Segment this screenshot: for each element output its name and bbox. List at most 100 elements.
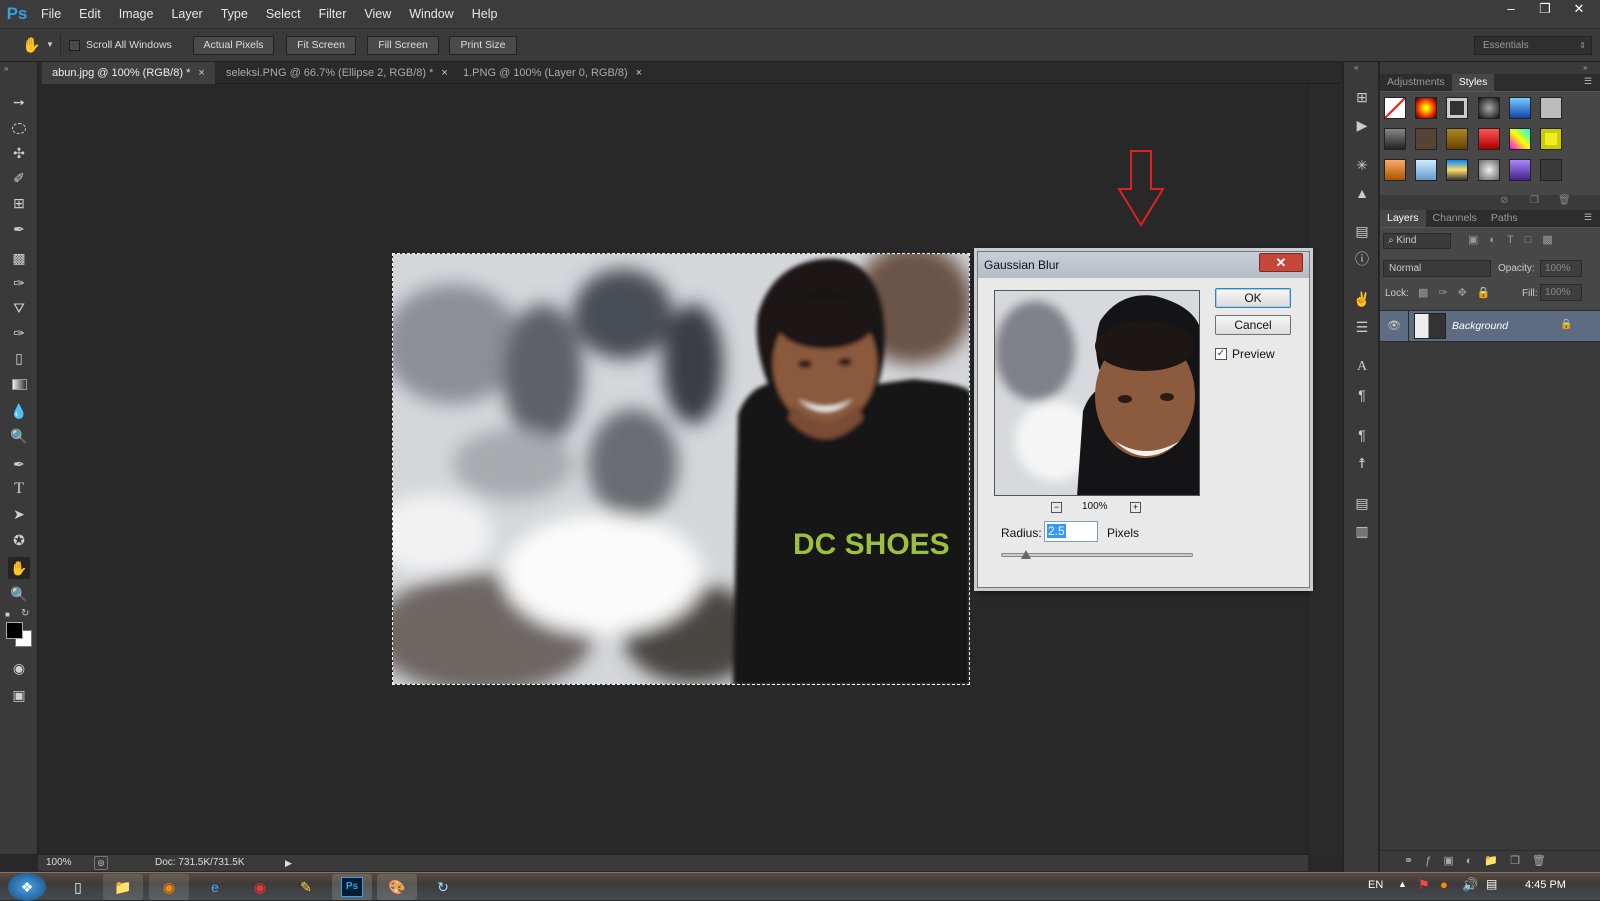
blend-mode-select[interactable]: Normal	[1383, 260, 1491, 277]
pen-tool-icon[interactable]: ✒	[8, 453, 30, 475]
close-icon[interactable]: ✕	[1562, 0, 1596, 20]
style-swatch[interactable]	[1415, 128, 1437, 150]
menu-window[interactable]: Window	[400, 0, 462, 28]
radius-slider-thumb[interactable]	[1020, 550, 1031, 559]
path-selection-tool-icon[interactable]: ➤	[8, 503, 30, 525]
zoom-in-icon[interactable]: +	[1130, 502, 1141, 513]
language-indicator[interactable]: EN	[1368, 879, 1383, 891]
ie-icon[interactable]: e	[195, 874, 235, 900]
tab-channels[interactable]: Channels	[1426, 210, 1484, 227]
chevron-down-icon[interactable]: ▼	[46, 40, 54, 49]
notes-icon[interactable]: ▥	[1351, 520, 1373, 542]
layer-row-background[interactable]: 👁 Background 🔒	[1380, 310, 1600, 342]
volume-icon[interactable]: 🔊	[1462, 877, 1478, 893]
explorer-icon[interactable]: 📁	[103, 874, 143, 900]
tool-presets-icon[interactable]: ✌	[1351, 288, 1373, 310]
style-swatch[interactable]	[1509, 97, 1531, 119]
minimize-icon[interactable]: –	[1494, 0, 1528, 20]
quick-mask-icon[interactable]: ◉	[8, 657, 30, 679]
custom-shape-tool-icon[interactable]: ✪	[8, 529, 30, 551]
eraser-tool-icon[interactable]: ▯	[8, 347, 30, 369]
style-swatch[interactable]	[1384, 159, 1406, 181]
layers-footer-icons[interactable]: ⚭ƒ▣◐📁❐🗑	[1380, 850, 1600, 872]
menu-filter[interactable]: Filter	[310, 0, 356, 28]
zoom-level[interactable]: 100%	[46, 855, 72, 871]
scroll-all-windows-checkbox[interactable]	[69, 39, 80, 51]
tab-layers[interactable]: Layers	[1380, 210, 1426, 227]
start-button-icon[interactable]: ❖	[8, 873, 46, 901]
ok-button[interactable]: OK	[1215, 288, 1291, 308]
type-tool-icon[interactable]: T	[8, 478, 30, 500]
menu-type[interactable]: Type	[212, 0, 257, 28]
menu-edit[interactable]: Edit	[70, 0, 110, 28]
style-none-swatch[interactable]	[1384, 97, 1406, 119]
tab-styles[interactable]: Styles	[1451, 74, 1495, 91]
lasso-tool-icon[interactable]: ✣	[8, 142, 30, 164]
actions-panel-icon[interactable]: ▶	[1351, 114, 1373, 136]
dodge-tool-icon[interactable]: 🔍	[8, 425, 30, 447]
histogram-icon[interactable]: ▲	[1351, 182, 1373, 204]
fill-input[interactable]: 100%	[1540, 284, 1582, 301]
gradient-tool-icon[interactable]	[8, 373, 30, 395]
menu-help[interactable]: Help	[463, 0, 507, 28]
dialog-close-icon[interactable]: ✕	[1259, 253, 1303, 272]
menu-select[interactable]: Select	[257, 0, 310, 28]
blur-preview[interactable]	[994, 290, 1200, 496]
lock-icons[interactable]: ▩✑✥🔒	[1418, 286, 1501, 299]
tab-paths[interactable]: Paths	[1484, 210, 1525, 227]
paint-icon[interactable]: 🎨	[377, 874, 417, 900]
share-icon[interactable]: ◎	[94, 856, 108, 870]
style-swatch[interactable]	[1446, 97, 1468, 119]
expand-panels-icon[interactable]: »	[1583, 63, 1587, 72]
layers-menu-icon[interactable]: ☰	[1584, 212, 1592, 223]
photoshop-taskbar-icon[interactable]: Ps	[332, 874, 372, 900]
media-icon[interactable]: ✎	[286, 874, 326, 900]
opacity-input[interactable]: 100%	[1540, 260, 1582, 277]
utility-icon[interactable]: ↻	[423, 874, 463, 900]
fill-screen-button[interactable]: Fill Screen	[367, 36, 439, 55]
network-icon[interactable]: ▤	[1486, 877, 1497, 891]
style-swatch[interactable]	[1478, 97, 1500, 119]
close-tab-icon[interactable]: ×	[441, 67, 447, 79]
print-size-button[interactable]: Print Size	[449, 36, 517, 55]
default-colors-icon[interactable]: ■	[5, 610, 10, 619]
show-hidden-icons[interactable]: ▲	[1398, 879, 1407, 889]
layer-kind-filter[interactable]: ⌕ Kind	[1383, 233, 1451, 249]
paragraph-panel-icon[interactable]: ¶	[1351, 384, 1373, 406]
zoom-out-icon[interactable]: −	[1051, 502, 1062, 513]
blur-tool-icon[interactable]: 💧	[8, 400, 30, 422]
healing-brush-tool-icon[interactable]: ▩	[8, 247, 30, 269]
style-swatch[interactable]	[1540, 97, 1562, 119]
actual-pixels-button[interactable]: Actual Pixels	[193, 36, 274, 55]
firefox-icon[interactable]: ◉	[149, 874, 189, 900]
crop-tool-icon[interactable]: ⊞	[8, 192, 30, 214]
style-swatch[interactable]	[1509, 159, 1531, 181]
layer-name[interactable]: Background	[1452, 320, 1508, 332]
cancel-button[interactable]: Cancel	[1215, 315, 1291, 335]
document-image[interactable]: DC SHOES	[392, 253, 970, 685]
clock[interactable]: 4:45 PM	[1525, 879, 1566, 891]
collapse-dock-icon[interactable]: «	[1354, 63, 1358, 72]
hand-tool-preset-icon[interactable]: ✋	[22, 36, 41, 54]
character-styles-icon[interactable]: ☨	[1351, 452, 1373, 474]
action-center-icon[interactable]: ⚑	[1418, 877, 1430, 893]
radius-input[interactable]: 2.5	[1044, 521, 1098, 542]
vertical-scrollbar[interactable]	[1308, 84, 1343, 854]
history-brush-tool-icon[interactable]: ✑	[8, 322, 30, 344]
preview-checkbox[interactable]: ✓	[1215, 348, 1227, 360]
workspace-select[interactable]: Essentials ⇕	[1474, 36, 1592, 55]
tab-abun[interactable]: abun.jpg @ 100% (RGB/8) * ×	[42, 62, 215, 84]
fit-screen-button[interactable]: Fit Screen	[286, 36, 356, 55]
style-swatch[interactable]	[1540, 128, 1562, 150]
panel-menu-icon[interactable]: ☰	[1584, 76, 1592, 87]
show-desktop-icon[interactable]: ▯	[58, 874, 98, 900]
style-swatch[interactable]	[1415, 97, 1437, 119]
brush-tool-icon[interactable]: ✑	[8, 272, 30, 294]
menu-image[interactable]: Image	[110, 0, 163, 28]
style-swatch[interactable]	[1415, 159, 1437, 181]
collapse-toolbox-icon[interactable]: »	[4, 64, 8, 73]
eyedropper-tool-icon[interactable]: ✒	[8, 218, 30, 240]
tray-app-icon[interactable]: ●	[1440, 877, 1448, 892]
marquee-tool-icon[interactable]	[8, 117, 30, 139]
menu-view[interactable]: View	[355, 0, 400, 28]
